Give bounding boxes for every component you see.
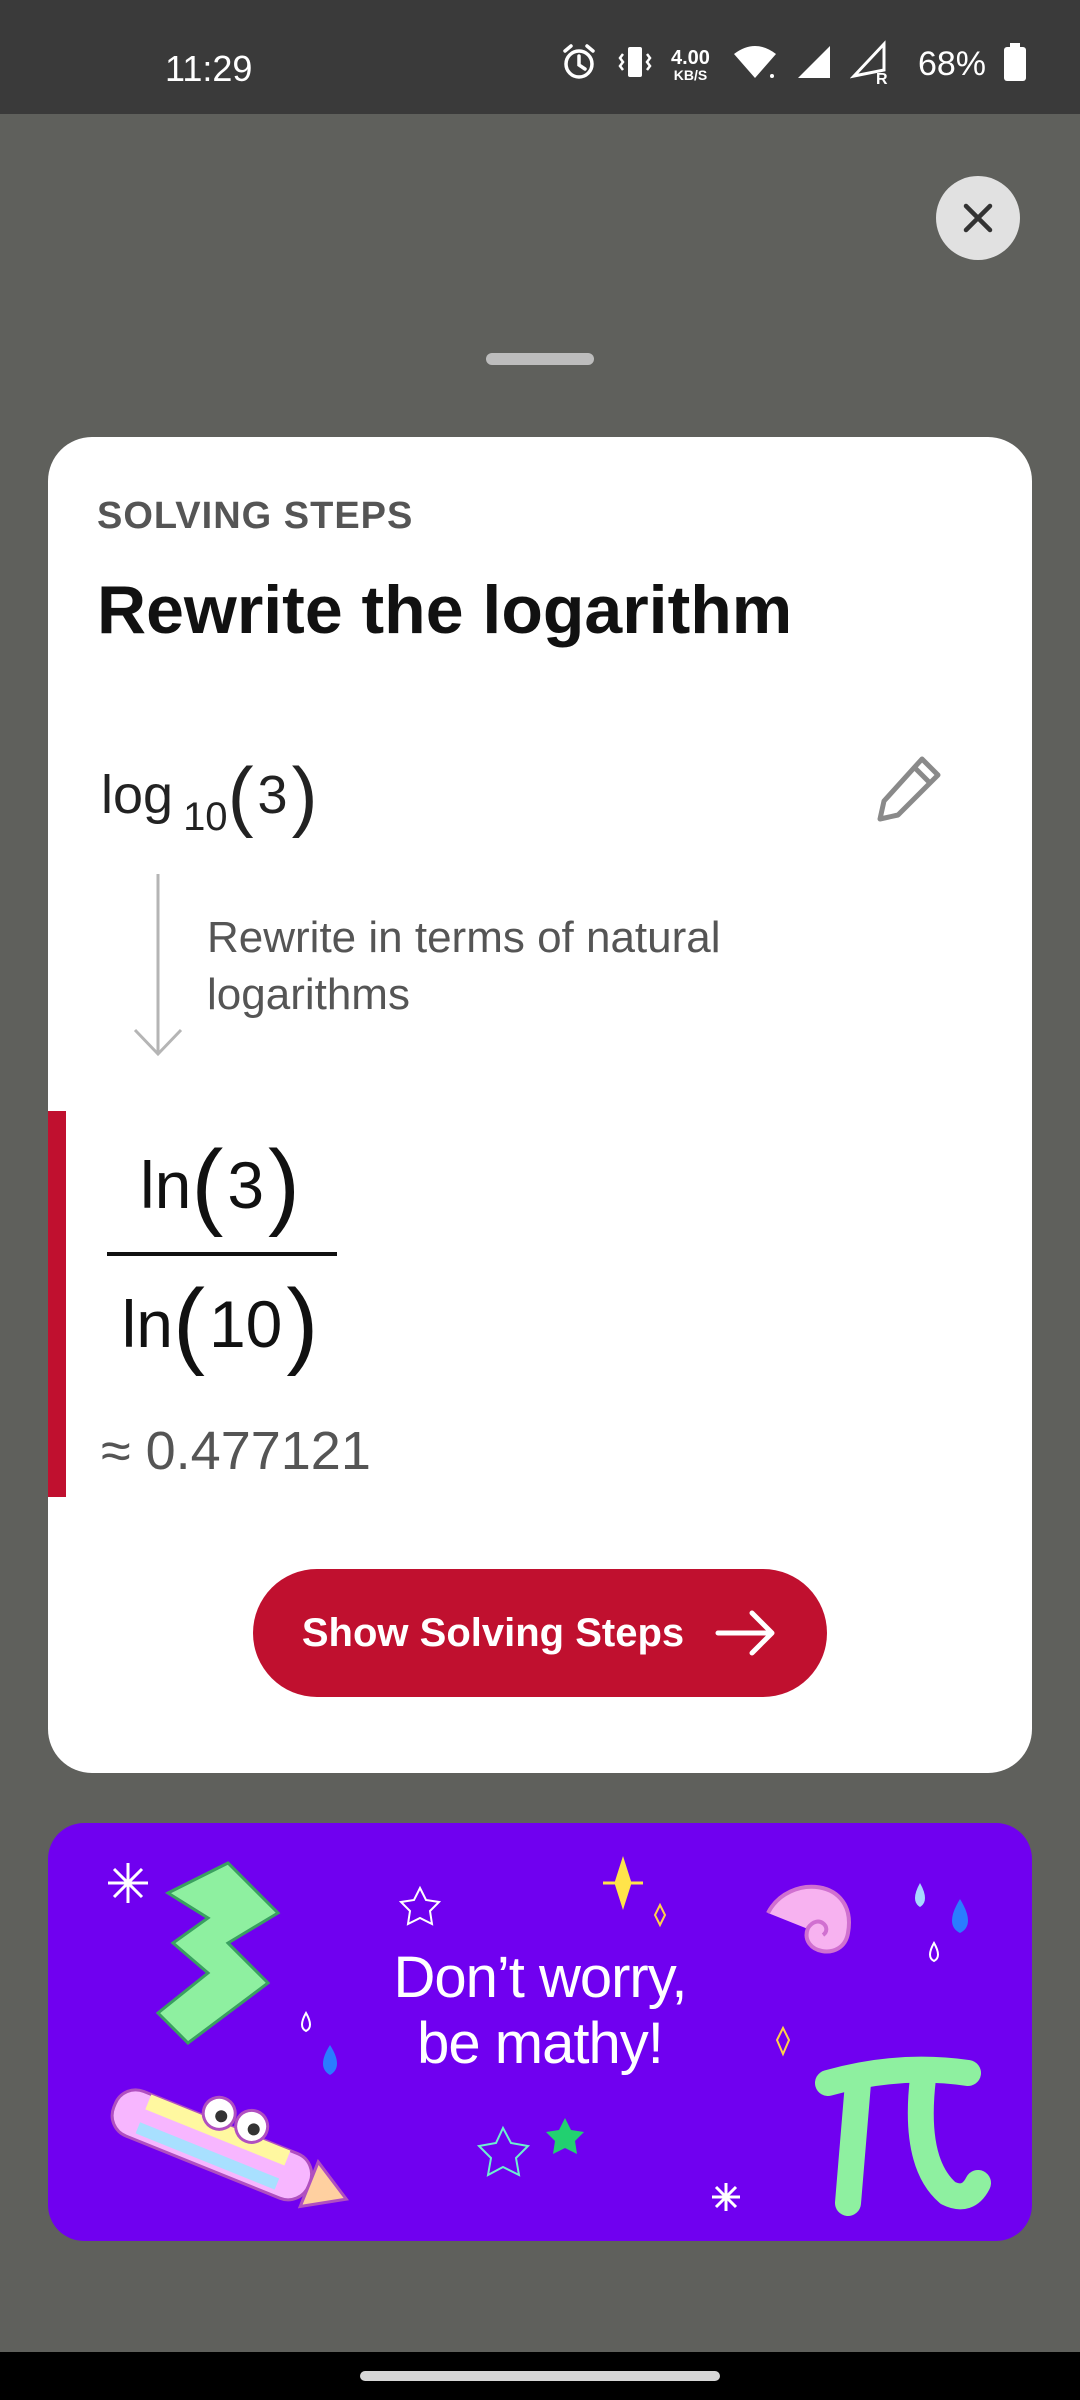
edit-expression-button[interactable] [868,749,948,829]
open-paren: ( [227,751,254,839]
sparkle-icon [108,1863,148,1903]
show-solving-steps-button[interactable]: Show Solving Steps [253,1569,827,1697]
denominator-argument: 10 [208,1286,283,1361]
approximate-value: ≈ 0.477121 [101,1421,371,1481]
denominator-function: ln [121,1286,173,1361]
yellow-sparkle-icon [603,1856,643,1910]
cta-label: Show Solving Steps [301,1610,685,1655]
current-step-indicator [48,1111,66,1497]
sheet-drag-handle[interactable] [486,353,594,365]
swirl-shape [766,1884,851,1954]
numerator-close-paren: ) [268,1130,301,1238]
result-fraction: ln ( 3 ) ln ( 10 ) [103,1117,337,1391]
wifi-icon [732,42,778,87]
fraction-numerator: ln ( 3 ) [103,1117,337,1252]
original-expression: log 10 ( 3 ) [101,745,318,845]
status-bar: 11:29 4.00 KB/S R 68% [0,0,1080,114]
battery-percent: 68% [917,45,986,83]
banner-text: Don’t worry, be mathy! [330,1945,750,2077]
alarm-icon [559,42,599,87]
step-title: Rewrite the logarithm [97,572,793,648]
pencil-character [110,2088,350,2209]
banner-line-1: Don’t worry, [393,1945,687,2010]
expression-function: log [101,765,174,825]
expression-argument: 3 [257,765,288,825]
signal-icon [794,42,834,87]
step-arrow-icon [133,874,183,1057]
close-paren: ) [291,751,318,839]
signal-roaming-icon: R [849,40,894,89]
pencil-icon [877,756,941,822]
solving-steps-card: SOLVING STEPS Rewrite the logarithm log … [48,437,1032,1773]
home-gesture-handle[interactable] [360,2371,720,2381]
network-speed-unit: KB/S [673,66,708,83]
numerator-function: ln [139,1147,192,1222]
status-time: 11:29 [165,48,253,89]
network-speed: 4.00 KB/S [671,48,710,82]
battery-icon [1002,42,1028,87]
promo-banner[interactable]: Don’t worry, be mathy! [48,1823,1032,2241]
step-description: Rewrite in terms of natural logarithms [207,913,721,1019]
svg-text:R: R [876,71,888,84]
numerator-argument: 3 [227,1147,265,1222]
close-icon [963,203,993,233]
expression-base: 10 [183,794,228,839]
banner-line-2: be mathy! [417,2011,664,2076]
arrow-right-icon [715,1610,775,1656]
star-outline-icon [398,1885,442,1926]
denominator-open-paren: ( [173,1269,205,1377]
fraction-denominator: ln ( 10 ) [103,1256,337,1391]
denominator-close-paren: ) [286,1269,319,1377]
vibrate-icon [615,42,655,87]
pi-character [815,2056,991,2216]
numerator-open-paren: ( [191,1130,224,1238]
network-speed-value: 4.00 [671,46,710,69]
close-button[interactable] [936,176,1020,260]
status-icons: 4.00 KB/S R 68% [559,40,1028,89]
system-nav-bar [0,2352,1080,2400]
zigzag-shape [155,1861,281,2045]
section-eyebrow: SOLVING STEPS [97,495,414,537]
